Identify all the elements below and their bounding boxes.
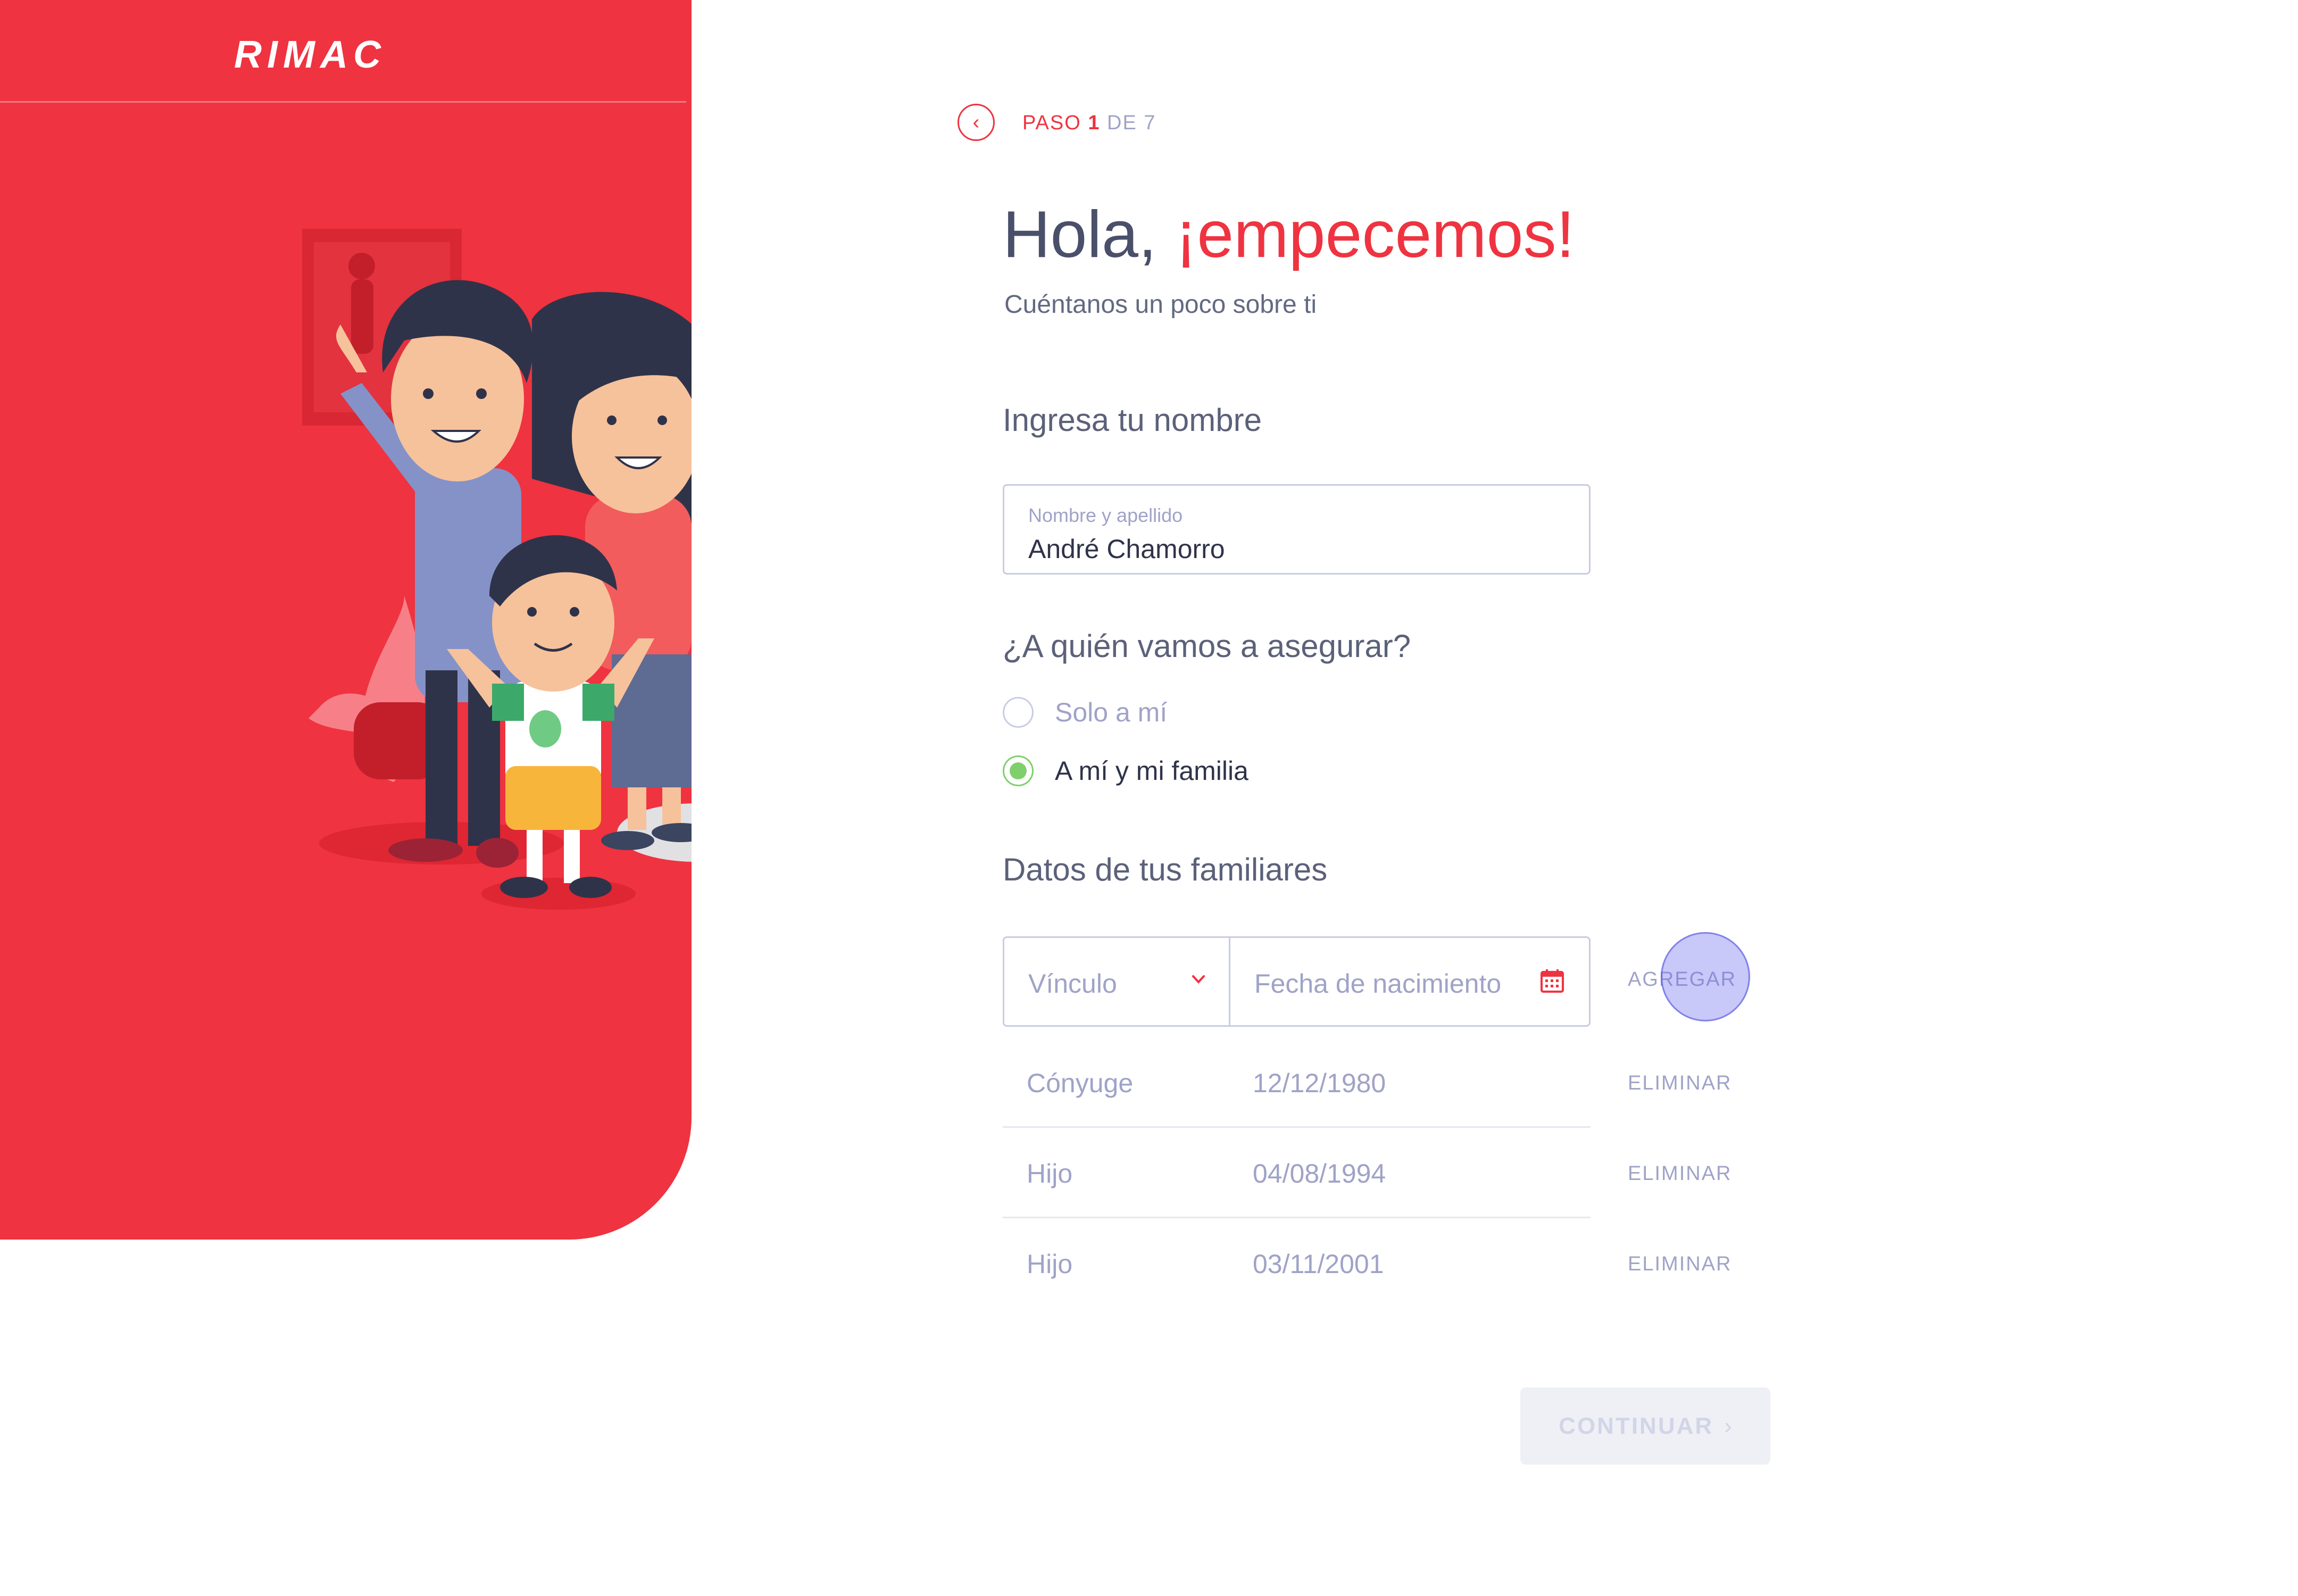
radio-option-familia[interactable]: A mí y mi familia [1003,755,1248,786]
page-subtitle: Cuéntanos un poco sobre ti [1004,290,1317,319]
hero-panel: RIMAC [0,0,692,1240]
chevron-down-icon [1192,975,1205,984]
name-section-title: Ingresa tu nombre [1003,402,1262,438]
birthdate-input[interactable]: Fecha de nacimiento [1229,936,1591,1027]
relation-select[interactable]: Vínculo [1003,936,1229,1027]
family-member-row: Hijo 03/11/2001 [1003,1218,1591,1309]
remove-member-button[interactable]: ELIMINAR [1628,1253,1731,1276]
chevron-right-icon: › [1724,1412,1732,1439]
insure-section-title: ¿A quién vamos a asegurar? [1003,628,1411,664]
step-total: 7 [1144,112,1156,134]
calendar-icon[interactable] [1539,968,1566,994]
radio-option-solo[interactable]: Solo a mí [1003,697,1167,728]
remove-member-button[interactable]: ELIMINAR [1628,1072,1731,1095]
family-illustration [302,229,692,910]
name-input[interactable]: Nombre y apellido André Chamorro [1003,484,1591,575]
relation-placeholder: Vínculo [1028,969,1117,999]
radio-label: A mí y mi familia [1055,756,1248,786]
name-field-value[interactable]: André Chamorro [1028,534,1225,564]
family-member-row: Hijo 04/08/1994 [1003,1128,1591,1218]
step-indicator: PASO 1 DE 7 [1022,112,1156,135]
remove-member-button[interactable]: ELIMINAR [1628,1162,1731,1185]
title-highlight: ¡empecemos! [1175,198,1575,271]
member-relation: Hijo [1027,1249,1073,1279]
radio-button[interactable] [1003,697,1034,728]
continue-button[interactable]: CONTINUAR › [1520,1387,1770,1465]
radio-button-selected[interactable] [1003,755,1034,786]
title-prefix: Hola, [1003,198,1175,271]
step-label: PASO [1022,112,1081,134]
birthdate-placeholder: Fecha de nacimiento [1254,969,1502,999]
back-arrow-icon: ‹ [972,111,980,134]
continue-label: CONTINUAR [1559,1412,1714,1439]
member-birthdate: 12/12/1980 [1253,1068,1386,1098]
step-current: 1 [1088,112,1101,134]
family-section-title: Datos de tus familiares [1003,852,1328,887]
member-birthdate: 04/08/1994 [1253,1159,1386,1188]
member-relation: Cónyuge [1027,1068,1134,1098]
radio-label: Solo a mí [1055,697,1168,727]
step-separator: DE [1107,112,1137,134]
member-birthdate: 03/11/2001 [1253,1249,1384,1279]
name-field-label: Nombre y apellido [1028,504,1183,526]
back-button[interactable]: ‹ [958,104,995,141]
page-title: Hola, ¡empecemos! [1003,197,1575,272]
family-member-row: Cónyuge 12/12/1980 [1003,1037,1591,1128]
touch-indicator [1661,932,1750,1021]
member-relation: Hijo [1027,1159,1073,1188]
